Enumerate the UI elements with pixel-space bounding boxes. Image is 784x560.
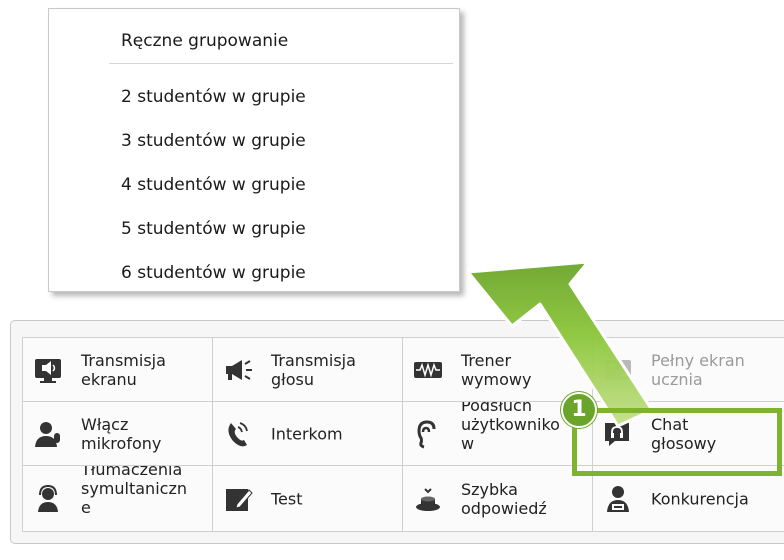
wlacz-mikrofony-button[interactable]: Włącz mikrofony <box>23 402 213 466</box>
cell-label: Transmisja ekranu <box>81 350 166 389</box>
transmisja-glosu-button[interactable]: Transmisja głosu <box>213 338 403 402</box>
cell-label: Włącz mikrofony <box>81 414 162 453</box>
menu-item-2-students[interactable]: 2 studentów w grupie <box>121 85 306 109</box>
menu-item-manual-grouping[interactable]: Ręczne grupowanie <box>121 29 288 53</box>
ear-icon <box>417 419 436 448</box>
grouping-context-menu: Ręczne grupowanie 2 studentów w grupie 3… <box>48 8 460 292</box>
interkom-button[interactable]: Interkom <box>213 402 403 466</box>
menu-item-6-students[interactable]: 6 studentów w grupie <box>121 261 306 285</box>
szybka-odpowiedz-button[interactable]: Szybka odpowiedź <box>403 466 593 532</box>
menu-item-3-students[interactable]: 3 studentów w grupie <box>121 129 306 153</box>
menu-separator <box>109 63 453 64</box>
test-pencil-icon <box>226 488 253 511</box>
transmisja-ekranu-button[interactable]: Transmisja ekranu <box>23 338 213 402</box>
fullscreen-icon <box>605 359 631 380</box>
test-button[interactable]: Test <box>213 466 403 532</box>
menu-item-4-students[interactable]: 4 studentów w grupie <box>121 173 306 197</box>
cell-label: Transmisja głosu <box>271 350 356 389</box>
step-number-badge: 1 <box>561 392 597 428</box>
phone-icon <box>228 421 248 446</box>
waveform-icon <box>414 361 442 378</box>
menu-item-5-students[interactable]: 5 studentów w grupie <box>121 217 306 241</box>
cell-label: Szybka odpowiedź <box>461 479 547 518</box>
cell-label: Tłumaczenia symultaniczn e <box>81 466 187 517</box>
cell-label: Pełny ekran ucznia <box>651 350 745 389</box>
tlumaczenia-symultaniczne-button[interactable]: Tłumaczenia symultaniczn e <box>23 466 213 532</box>
megaphone-icon <box>226 359 252 380</box>
chat-glosowy-highlight-box <box>572 408 782 476</box>
buzzer-icon <box>416 487 440 511</box>
cell-label: Trener wymowy <box>461 350 532 389</box>
cell-label: Konkurencja <box>651 489 749 508</box>
pelny-ekran-ucznia-button[interactable]: Pełny ekran ucznia <box>593 338 784 402</box>
cell-label: Test <box>271 489 303 508</box>
trener-wymowy-button[interactable]: Trener wymowy <box>403 338 593 402</box>
interpreter-icon <box>38 484 58 512</box>
competition-user-icon <box>607 485 629 512</box>
microphone-user-icon <box>35 421 60 447</box>
cell-label: Interkom <box>271 424 343 443</box>
screen-broadcast-icon <box>35 358 61 383</box>
